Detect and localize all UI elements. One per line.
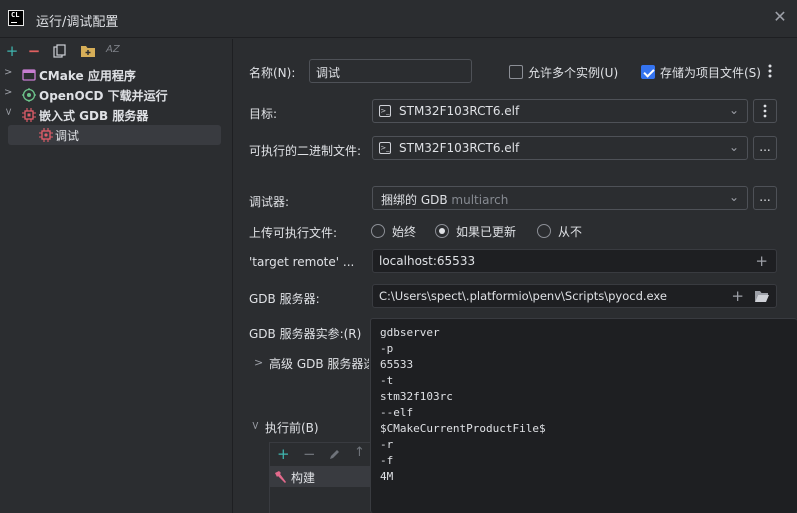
plus-icon[interactable]: + — [4, 43, 20, 59]
target-dropdown[interactable]: >_ STM32F103RCT6.elf ⌄ — [372, 99, 748, 123]
upload-always-radio[interactable] — [371, 224, 385, 238]
chevron-right-icon[interactable]: > — [254, 356, 263, 369]
before-launch-toggle[interactable]: 执行前(B) — [265, 419, 319, 436]
store-as-file-label[interactable]: 存储为项目文件(S) — [660, 64, 761, 81]
before-launch-toolbar: + − ↑ — [270, 443, 371, 467]
debugger-dropdown[interactable]: 捆绑的 GDB multiarch ⌄ — [372, 186, 748, 210]
gdb-args-label: GDB 服务器实参:(R) — [249, 327, 362, 341]
plus-icon[interactable]: + — [277, 445, 290, 463]
tree-item-debug-selected[interactable]: 调试 — [8, 125, 221, 145]
tree-item-cmake-app[interactable]: > CMake 应用程序 — [0, 65, 232, 85]
target-dropdown-value: STM32F103RCT6.elf — [399, 104, 520, 118]
debugger-label: 调试器: — [249, 195, 290, 209]
expand-plus-icon[interactable]: + — [755, 252, 768, 270]
new-folder-icon[interactable] — [80, 44, 96, 58]
copy-icon[interactable] — [53, 44, 67, 58]
chevron-down-icon[interactable]: ⌄ — [729, 140, 739, 154]
debugger-value: 捆绑的 GDB — [381, 193, 448, 207]
gdb-server-label: GDB 服务器: — [249, 292, 320, 306]
tree-item-label: CMake 应用程序 — [39, 69, 136, 83]
gdb-arg-line: gdbserver — [380, 326, 440, 339]
close-icon[interactable]: ✕ — [772, 9, 788, 25]
gdb-arg-line: -r — [380, 438, 394, 451]
tree-item-openocd[interactable]: > OpenOCD 下载并运行 — [0, 85, 232, 105]
gdb-args-content: gdbserver -p 65533 -t stm32f103rc --elf … — [380, 325, 546, 485]
sort-icon[interactable]: AZ — [106, 44, 120, 55]
openocd-icon — [22, 88, 36, 102]
store-as-file-checkbox[interactable] — [641, 65, 655, 79]
executable-dropdown-value: STM32F103RCT6.elf — [399, 141, 520, 155]
debugger-dropdown-value: 捆绑的 GDB multiarch — [381, 191, 508, 208]
gdb-arg-line: $CMakeCurrentProductFile$ — [380, 422, 546, 435]
title-bar: CL 运行/调试配置 ✕ — [0, 0, 797, 38]
folder-open-icon[interactable] — [754, 290, 770, 303]
gdb-arg-line: 65533 — [380, 358, 414, 371]
move-up-icon[interactable]: ↑ — [354, 445, 365, 460]
debugger-browse-button[interactable]: ... — [753, 186, 777, 210]
tree-item-label: OpenOCD 下载并运行 — [39, 89, 168, 103]
allow-parallel-checkbox[interactable] — [509, 65, 523, 79]
before-launch-item[interactable]: 构建 — [270, 467, 371, 487]
cmake-app-icon — [22, 68, 36, 82]
executable-browse-button[interactable]: ... — [753, 136, 777, 160]
window-title: 运行/调试配置 — [36, 15, 119, 30]
more-options-icon[interactable] — [767, 63, 773, 79]
tree-item-label: 嵌入式 GDB 服务器 — [39, 109, 149, 123]
gdb-args-textarea[interactable]: gdbserver -p 65533 -t stm32f103rc --elf … — [370, 318, 797, 513]
gdb-arg-line: --elf — [380, 406, 414, 419]
name-input-value: 调试 — [316, 66, 341, 80]
gdb-server-input[interactable]: C:\Users\spect\.platformio\penv\Scripts\… — [372, 284, 777, 308]
minus-icon[interactable]: − — [303, 445, 316, 463]
gdb-arg-line: -f — [380, 454, 394, 467]
expand-plus-icon[interactable]: + — [731, 287, 744, 305]
upload-if-updated-radio[interactable] — [435, 224, 449, 238]
debugger-hint: multiarch — [451, 193, 509, 207]
executable-label: 可执行的二进制文件: — [249, 144, 362, 158]
target-more-button[interactable] — [753, 99, 777, 123]
gdb-arg-line: stm32f103rc — [380, 390, 453, 403]
target-remote-label: 'target remote' ... — [249, 255, 355, 269]
gdb-arg-line: -t — [380, 374, 394, 387]
chevron-right-icon[interactable]: > — [4, 67, 14, 78]
chevron-down-icon[interactable]: ⌄ — [729, 103, 739, 117]
gdb-arg-line: 4M — [380, 470, 394, 483]
upload-label: 上传可执行文件: — [249, 226, 338, 240]
edit-pencil-icon[interactable] — [329, 448, 341, 460]
name-input[interactable]: 调试 — [309, 59, 472, 83]
upload-if-updated-label[interactable]: 如果已更新 — [456, 223, 516, 240]
upload-always-label[interactable]: 始终 — [392, 223, 416, 240]
chevron-down-icon[interactable]: > — [3, 108, 14, 118]
chip-icon — [39, 128, 53, 142]
gdb-arg-line: -p — [380, 342, 394, 355]
tree-item-label: 调试 — [55, 129, 80, 143]
configuration-form: 名称(N): 调试 允许多个实例(U) 存储为项目文件(S) 目标: >_ ST… — [234, 39, 797, 513]
allow-parallel-label[interactable]: 允许多个实例(U) — [528, 64, 618, 81]
clion-logo-icon: CL — [8, 10, 24, 26]
executable-dropdown[interactable]: >_ STM32F103RCT6.elf ⌄ — [372, 136, 748, 160]
hammer-icon — [273, 470, 287, 484]
advanced-settings-toggle[interactable]: 高级 GDB 服务器选 — [269, 355, 369, 372]
upload-never-label[interactable]: 从不 — [558, 223, 582, 240]
configuration-tree-panel: + − AZ > CMake 应用程序 > OpenOCD 下载并运行 > 嵌入… — [0, 39, 233, 513]
terminal-icon: >_ — [379, 142, 391, 154]
app-logo-text: CL — [11, 11, 20, 19]
target-remote-input[interactable]: localhost:65533 + — [372, 249, 777, 273]
before-launch-panel: + − ↑ 构建 — [269, 442, 371, 513]
chevron-down-icon[interactable]: ⌄ — [729, 190, 739, 204]
target-label: 目标: — [249, 107, 278, 121]
chevron-right-icon[interactable]: > — [4, 87, 14, 98]
name-label: 名称(N): — [249, 66, 296, 80]
before-launch-item-label: 构建 — [291, 471, 316, 485]
gdb-server-value: C:\Users\spect\.platformio\penv\Scripts\… — [379, 289, 667, 303]
chevron-down-icon[interactable]: > — [249, 421, 262, 430]
terminal-icon: >_ — [379, 105, 391, 117]
upload-never-radio[interactable] — [537, 224, 551, 238]
minus-icon[interactable]: − — [26, 43, 42, 59]
tree-item-embedded-gdb[interactable]: > 嵌入式 GDB 服务器 — [0, 105, 232, 125]
target-remote-value: localhost:65533 — [379, 254, 476, 268]
embedded-gdb-icon — [22, 108, 36, 122]
